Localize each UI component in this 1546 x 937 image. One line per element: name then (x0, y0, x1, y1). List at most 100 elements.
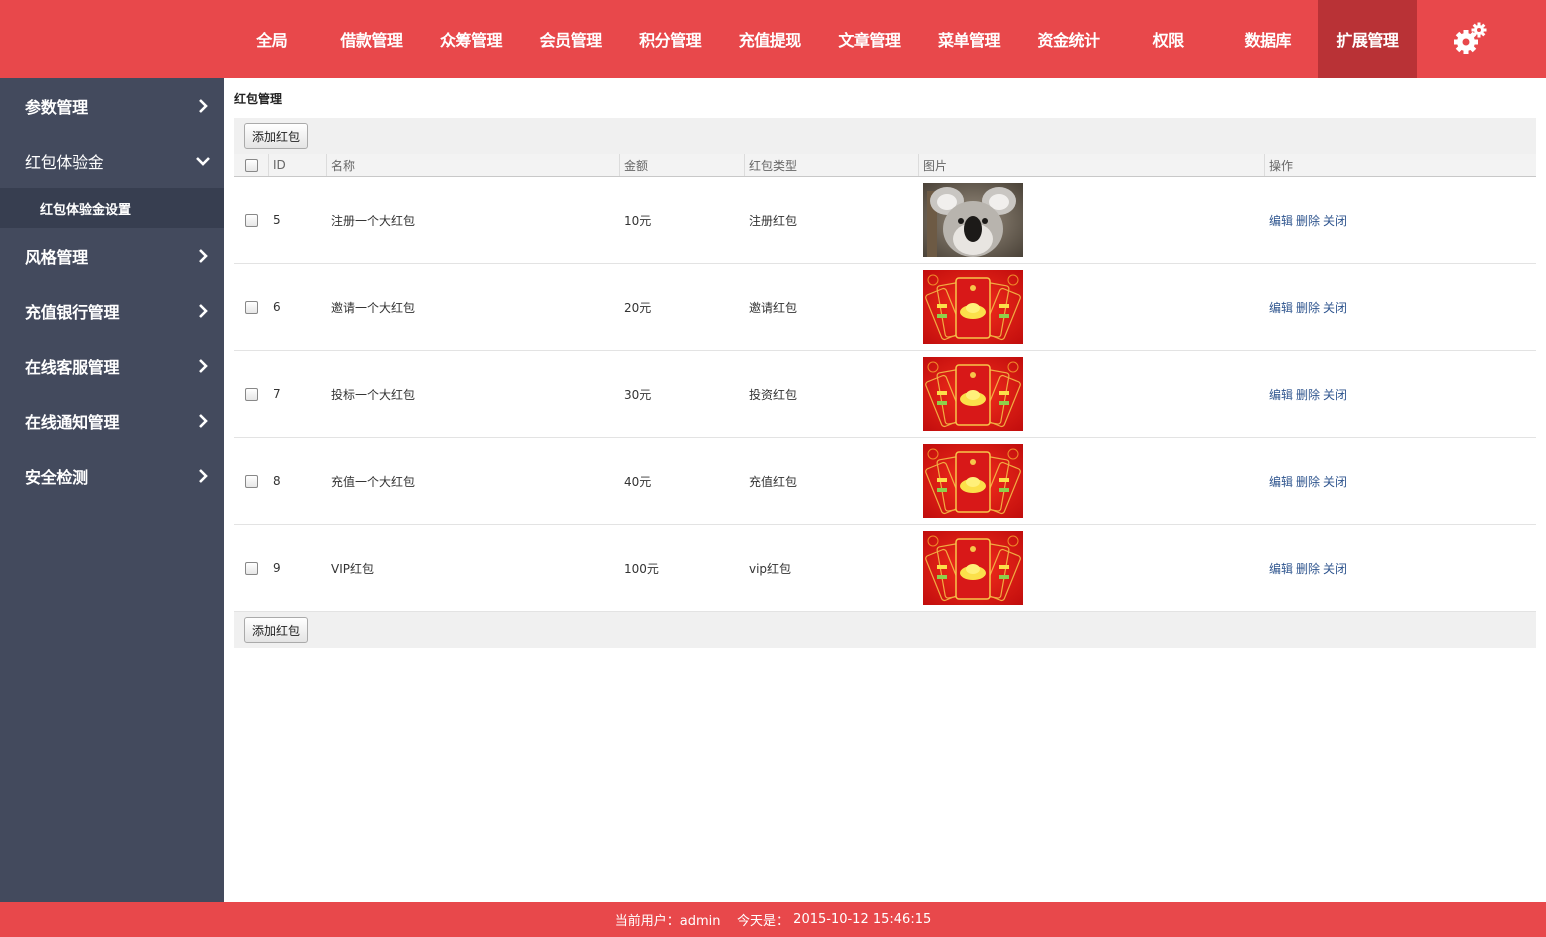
gear-icon[interactable] (1452, 22, 1488, 56)
nav-item-database[interactable]: 数据库 (1218, 0, 1318, 78)
close-link[interactable]: 关闭 (1323, 212, 1347, 229)
edit-link[interactable]: 编辑 (1269, 386, 1293, 403)
sidebar-item-label: 安全检测 (25, 467, 88, 487)
nav-item-loans[interactable]: 借款管理 (322, 0, 422, 78)
sidebar-item-online-notice[interactable]: 在线通知管理 (0, 393, 224, 448)
row-checkbox[interactable] (244, 561, 258, 575)
row-name: 邀请一个大红包 (331, 300, 416, 315)
sidebar-item-label: 风格管理 (25, 247, 88, 267)
chevron-right-icon (196, 413, 210, 428)
page-title: 红包管理 (234, 92, 283, 106)
red-envelope-image (923, 357, 1023, 431)
column-header-amount[interactable]: 金额 (619, 154, 744, 176)
chevron-right-icon (196, 98, 210, 113)
sidebar-subitem-redpacket-settings[interactable]: 红包体验金设置 (0, 188, 224, 228)
table-header: ID 名称 金额 红包类型 图片 操作 (234, 154, 1536, 177)
row-type: vip红包 (749, 561, 792, 576)
main-content: 红包管理 添加红包 ID 名称 金额 红包类型 图片 操作 5 注册一个大红包 … (224, 78, 1546, 902)
nav-item-global[interactable]: 全局 (222, 0, 322, 78)
row-checkbox[interactable] (244, 387, 258, 401)
sidebar-item-redpacket[interactable]: 红包体验金 (0, 133, 224, 188)
column-header-type[interactable]: 红包类型 (744, 154, 918, 176)
close-link[interactable]: 关闭 (1323, 473, 1347, 490)
row-type: 投资红包 (749, 387, 798, 402)
row-type: 邀请红包 (749, 300, 798, 315)
chevron-right-icon (196, 468, 210, 483)
row-id: 9 (273, 561, 281, 575)
chevron-right-icon (196, 303, 210, 318)
row-actions: 编辑 删除 关闭 (1264, 525, 1536, 611)
nav-item-menus[interactable]: 菜单管理 (919, 0, 1019, 78)
row-id: 5 (273, 213, 281, 227)
red-envelope-image (923, 270, 1023, 344)
sidebar-item-label: 在线通知管理 (25, 412, 120, 432)
current-user: 当前用户：admin (614, 914, 721, 929)
delete-link[interactable]: 删除 (1296, 560, 1320, 577)
table-row: 5 注册一个大红包 10元 注册红包 编辑 删除 关闭 (234, 177, 1536, 264)
sidebar-item-online-service[interactable]: 在线客服管理 (0, 338, 224, 393)
sidebar-item-label: 充值银行管理 (25, 302, 120, 322)
row-checkbox[interactable] (244, 474, 258, 488)
chevron-right-icon (196, 248, 210, 263)
table-row: 6 邀请一个大红包 20元 邀请红包 编辑 删除 关闭 (234, 264, 1536, 351)
row-name: VIP红包 (331, 561, 374, 576)
sidebar-item-security-check[interactable]: 安全检测 (0, 448, 224, 503)
column-header-id[interactable]: ID (268, 154, 326, 176)
table-row: 7 投标一个大红包 30元 投资红包 编辑 删除 关闭 (234, 351, 1536, 438)
current-datetime: 2015-10-12 15:46:15 (793, 912, 932, 927)
chevron-right-icon (196, 358, 210, 373)
close-link[interactable]: 关闭 (1323, 560, 1347, 577)
sidebar-item-recharge-banks[interactable]: 充值银行管理 (0, 283, 224, 338)
edit-link[interactable]: 编辑 (1269, 473, 1293, 490)
column-header-name[interactable]: 名称 (326, 154, 619, 176)
red-envelope-image (923, 531, 1023, 605)
top-nav-bar: 全局 借款管理 众筹管理 会员管理 积分管理 充值提现 文章管理 菜单管理 资金… (0, 0, 1546, 78)
add-redpacket-button[interactable]: 添加红包 (244, 123, 309, 149)
row-checkbox[interactable] (244, 213, 258, 227)
nav-item-recharge-withdraw[interactable]: 充值提现 (720, 0, 820, 78)
row-name: 充值一个大红包 (331, 474, 416, 489)
row-id: 7 (273, 387, 281, 401)
row-type: 充值红包 (749, 474, 798, 489)
column-header-actions[interactable]: 操作 (1264, 154, 1536, 176)
select-all-cell (234, 154, 268, 176)
edit-link[interactable]: 编辑 (1269, 299, 1293, 316)
toolbar-top: 添加红包 (234, 118, 1536, 154)
edit-link[interactable]: 编辑 (1269, 212, 1293, 229)
date-label: 今天是： (737, 914, 790, 929)
row-actions: 编辑 删除 关闭 (1264, 438, 1536, 524)
row-amount: 30元 (624, 387, 652, 402)
sidebar-item-label: 红包体验金 (25, 152, 104, 172)
row-name: 注册一个大红包 (331, 213, 416, 228)
nav-item-members[interactable]: 会员管理 (521, 0, 621, 78)
table-row: 9 VIP红包 100元 vip红包 编辑 删除 关闭 (234, 525, 1536, 612)
add-redpacket-button[interactable]: 添加红包 (244, 617, 309, 643)
delete-link[interactable]: 删除 (1296, 299, 1320, 316)
close-link[interactable]: 关闭 (1323, 299, 1347, 316)
sidebar-item-label: 参数管理 (25, 97, 88, 117)
sidebar-item-label: 在线客服管理 (25, 357, 120, 377)
close-link[interactable]: 关闭 (1323, 386, 1347, 403)
row-actions: 编辑 删除 关闭 (1264, 177, 1536, 263)
delete-link[interactable]: 删除 (1296, 212, 1320, 229)
nav-item-fund-stats[interactable]: 资金统计 (1019, 0, 1119, 78)
delete-link[interactable]: 删除 (1296, 473, 1320, 490)
sidebar-item-params[interactable]: 参数管理 (0, 78, 224, 133)
nav-item-points[interactable]: 积分管理 (620, 0, 720, 78)
row-actions: 编辑 删除 关闭 (1264, 264, 1536, 350)
row-amount: 40元 (624, 474, 652, 489)
sidebar-item-styles[interactable]: 风格管理 (0, 228, 224, 283)
delete-link[interactable]: 删除 (1296, 386, 1320, 403)
table-row: 8 充值一个大红包 40元 充值红包 编辑 删除 关闭 (234, 438, 1536, 525)
select-all-checkbox[interactable] (244, 158, 258, 172)
row-checkbox[interactable] (244, 300, 258, 314)
nav-item-extensions[interactable]: 扩展管理 (1317, 0, 1418, 78)
column-header-image[interactable]: 图片 (918, 154, 1264, 176)
row-actions: 编辑 删除 关闭 (1264, 351, 1536, 437)
nav-item-articles[interactable]: 文章管理 (820, 0, 920, 78)
toolbar-bottom: 添加红包 (234, 612, 1536, 648)
edit-link[interactable]: 编辑 (1269, 560, 1293, 577)
nav-item-crowdfunding[interactable]: 众筹管理 (421, 0, 521, 78)
top-nav: 全局 借款管理 众筹管理 会员管理 积分管理 充值提现 文章管理 菜单管理 资金… (222, 0, 1418, 78)
nav-item-permissions[interactable]: 权限 (1118, 0, 1218, 78)
